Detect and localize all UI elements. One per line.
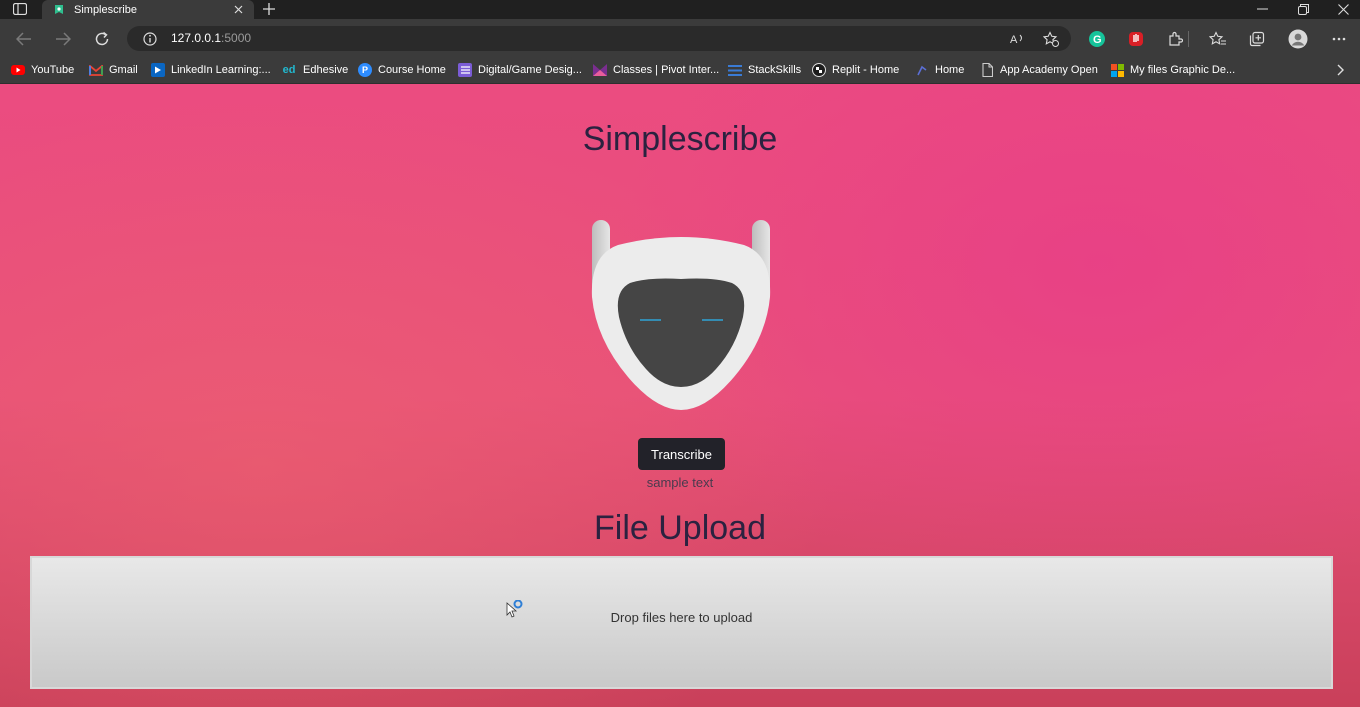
bookmark-edhesive[interactable]: ed Edhesive	[281, 62, 349, 78]
back-arrow-icon[interactable]	[13, 28, 35, 50]
bookmark-label: My files Graphic De...	[1130, 64, 1236, 76]
stackskills-icon	[728, 63, 742, 77]
pivot-icon: P	[358, 63, 372, 77]
svg-text:G: G	[1093, 34, 1102, 46]
grammarly-icon[interactable]: G	[1087, 29, 1107, 49]
pivot-interactives-icon	[593, 63, 607, 77]
bookmark-my-files[interactable]: My files Graphic De...	[1110, 62, 1235, 78]
transcription-output: sample text	[646, 475, 714, 490]
new-tab-icon[interactable]	[259, 0, 279, 18]
bookmark-label: Home	[935, 64, 965, 76]
bookmark-label: Gmail	[109, 64, 138, 76]
robot-mascot-icon	[588, 217, 778, 417]
bookmark-gmail[interactable]: Gmail	[89, 62, 138, 78]
microsoft-icon	[1110, 63, 1124, 77]
page-icon	[980, 63, 994, 77]
tab-strip: Simplescribe	[0, 0, 1360, 19]
bookmark-label: Classes | Pivot Inter...	[613, 64, 720, 76]
list-doc-icon	[458, 63, 472, 77]
address-bar[interactable]: 127.0.0.1:5000 A	[127, 26, 1071, 51]
more-menu-icon[interactable]	[1329, 29, 1349, 49]
url-text: 127.0.0.1:5000	[171, 31, 251, 45]
edhesive-icon: ed	[282, 64, 296, 76]
page-title: Simplescribe	[582, 120, 778, 158]
browser-tab[interactable]: Simplescribe	[42, 0, 254, 19]
forward-arrow-icon[interactable]	[52, 28, 74, 50]
bookmark-digital-game-design[interactable]: Digital/Game Desig...	[458, 62, 582, 78]
bookmark-linkedin-learning[interactable]: LinkedIn Learning:...	[151, 62, 271, 78]
profile-avatar-icon[interactable]	[1288, 29, 1308, 49]
file-dropzone[interactable]: Drop files here to upload	[30, 556, 1333, 689]
bookmark-label: Replit - Home	[832, 64, 900, 76]
youtube-icon	[11, 63, 25, 77]
svg-text:A: A	[1010, 34, 1018, 46]
add-favorite-icon[interactable]	[1042, 30, 1060, 48]
site-info-icon[interactable]	[142, 31, 158, 47]
home-bookmark-icon	[915, 63, 929, 77]
bookmark-label: Digital/Game Desig...	[478, 64, 582, 76]
dropzone-message: Drop files here to upload	[610, 610, 753, 625]
bookmark-label: YouTube	[31, 64, 75, 76]
bookmark-label: App Academy Open	[1000, 64, 1098, 76]
tab-title: Simplescribe	[74, 3, 137, 16]
bookmarks-bar: YouTube Gmail LinkedIn Learning:... ed E…	[0, 57, 1360, 84]
bookmark-label: LinkedIn Learning:...	[171, 64, 271, 76]
url-port: :5000	[221, 31, 252, 45]
chevron-right-icon[interactable]	[1333, 62, 1349, 78]
bookmark-youtube[interactable]: YouTube	[11, 62, 74, 78]
site-favicon-icon	[52, 3, 65, 16]
bookmark-replit[interactable]: Replit - Home	[812, 62, 899, 78]
toolbar-divider	[1187, 29, 1189, 49]
minimize-icon[interactable]	[1242, 0, 1282, 18]
file-upload-heading: File Upload	[594, 509, 766, 547]
favorites-icon[interactable]	[1208, 29, 1228, 49]
restore-icon[interactable]	[1283, 0, 1323, 18]
gmail-icon	[89, 63, 103, 77]
extension-red-icon[interactable]	[1126, 29, 1146, 49]
extensions-puzzle-icon[interactable]	[1165, 29, 1185, 49]
collections-icon[interactable]	[1247, 29, 1267, 49]
tab-actions-icon[interactable]	[6, 1, 34, 17]
page-content: Simplescribe Transcribe sample text File…	[0, 84, 1360, 707]
replit-icon	[812, 63, 826, 77]
browser-toolbar: 127.0.0.1:5000 A G	[0, 19, 1360, 57]
bookmark-label: Course Home	[378, 64, 446, 76]
bookmark-label: StackSkills	[748, 64, 802, 76]
close-tab-icon[interactable]	[230, 2, 246, 18]
transcribe-button[interactable]: Transcribe	[638, 438, 725, 470]
bookmark-home[interactable]: Home	[915, 62, 964, 78]
bookmark-stackskills[interactable]: StackSkills	[728, 62, 801, 78]
linkedin-learning-icon	[151, 63, 165, 77]
close-window-icon[interactable]	[1323, 0, 1360, 18]
read-aloud-icon[interactable]: A	[1009, 30, 1027, 48]
bookmark-app-academy[interactable]: App Academy Open	[980, 62, 1098, 78]
refresh-icon[interactable]	[91, 28, 113, 50]
url-host: 127.0.0.1	[171, 31, 222, 45]
bookmark-classes-pivot[interactable]: Classes | Pivot Inter...	[593, 62, 719, 78]
bookmark-course-home[interactable]: P Course Home	[358, 62, 446, 78]
bookmark-label: Edhesive	[303, 64, 349, 76]
